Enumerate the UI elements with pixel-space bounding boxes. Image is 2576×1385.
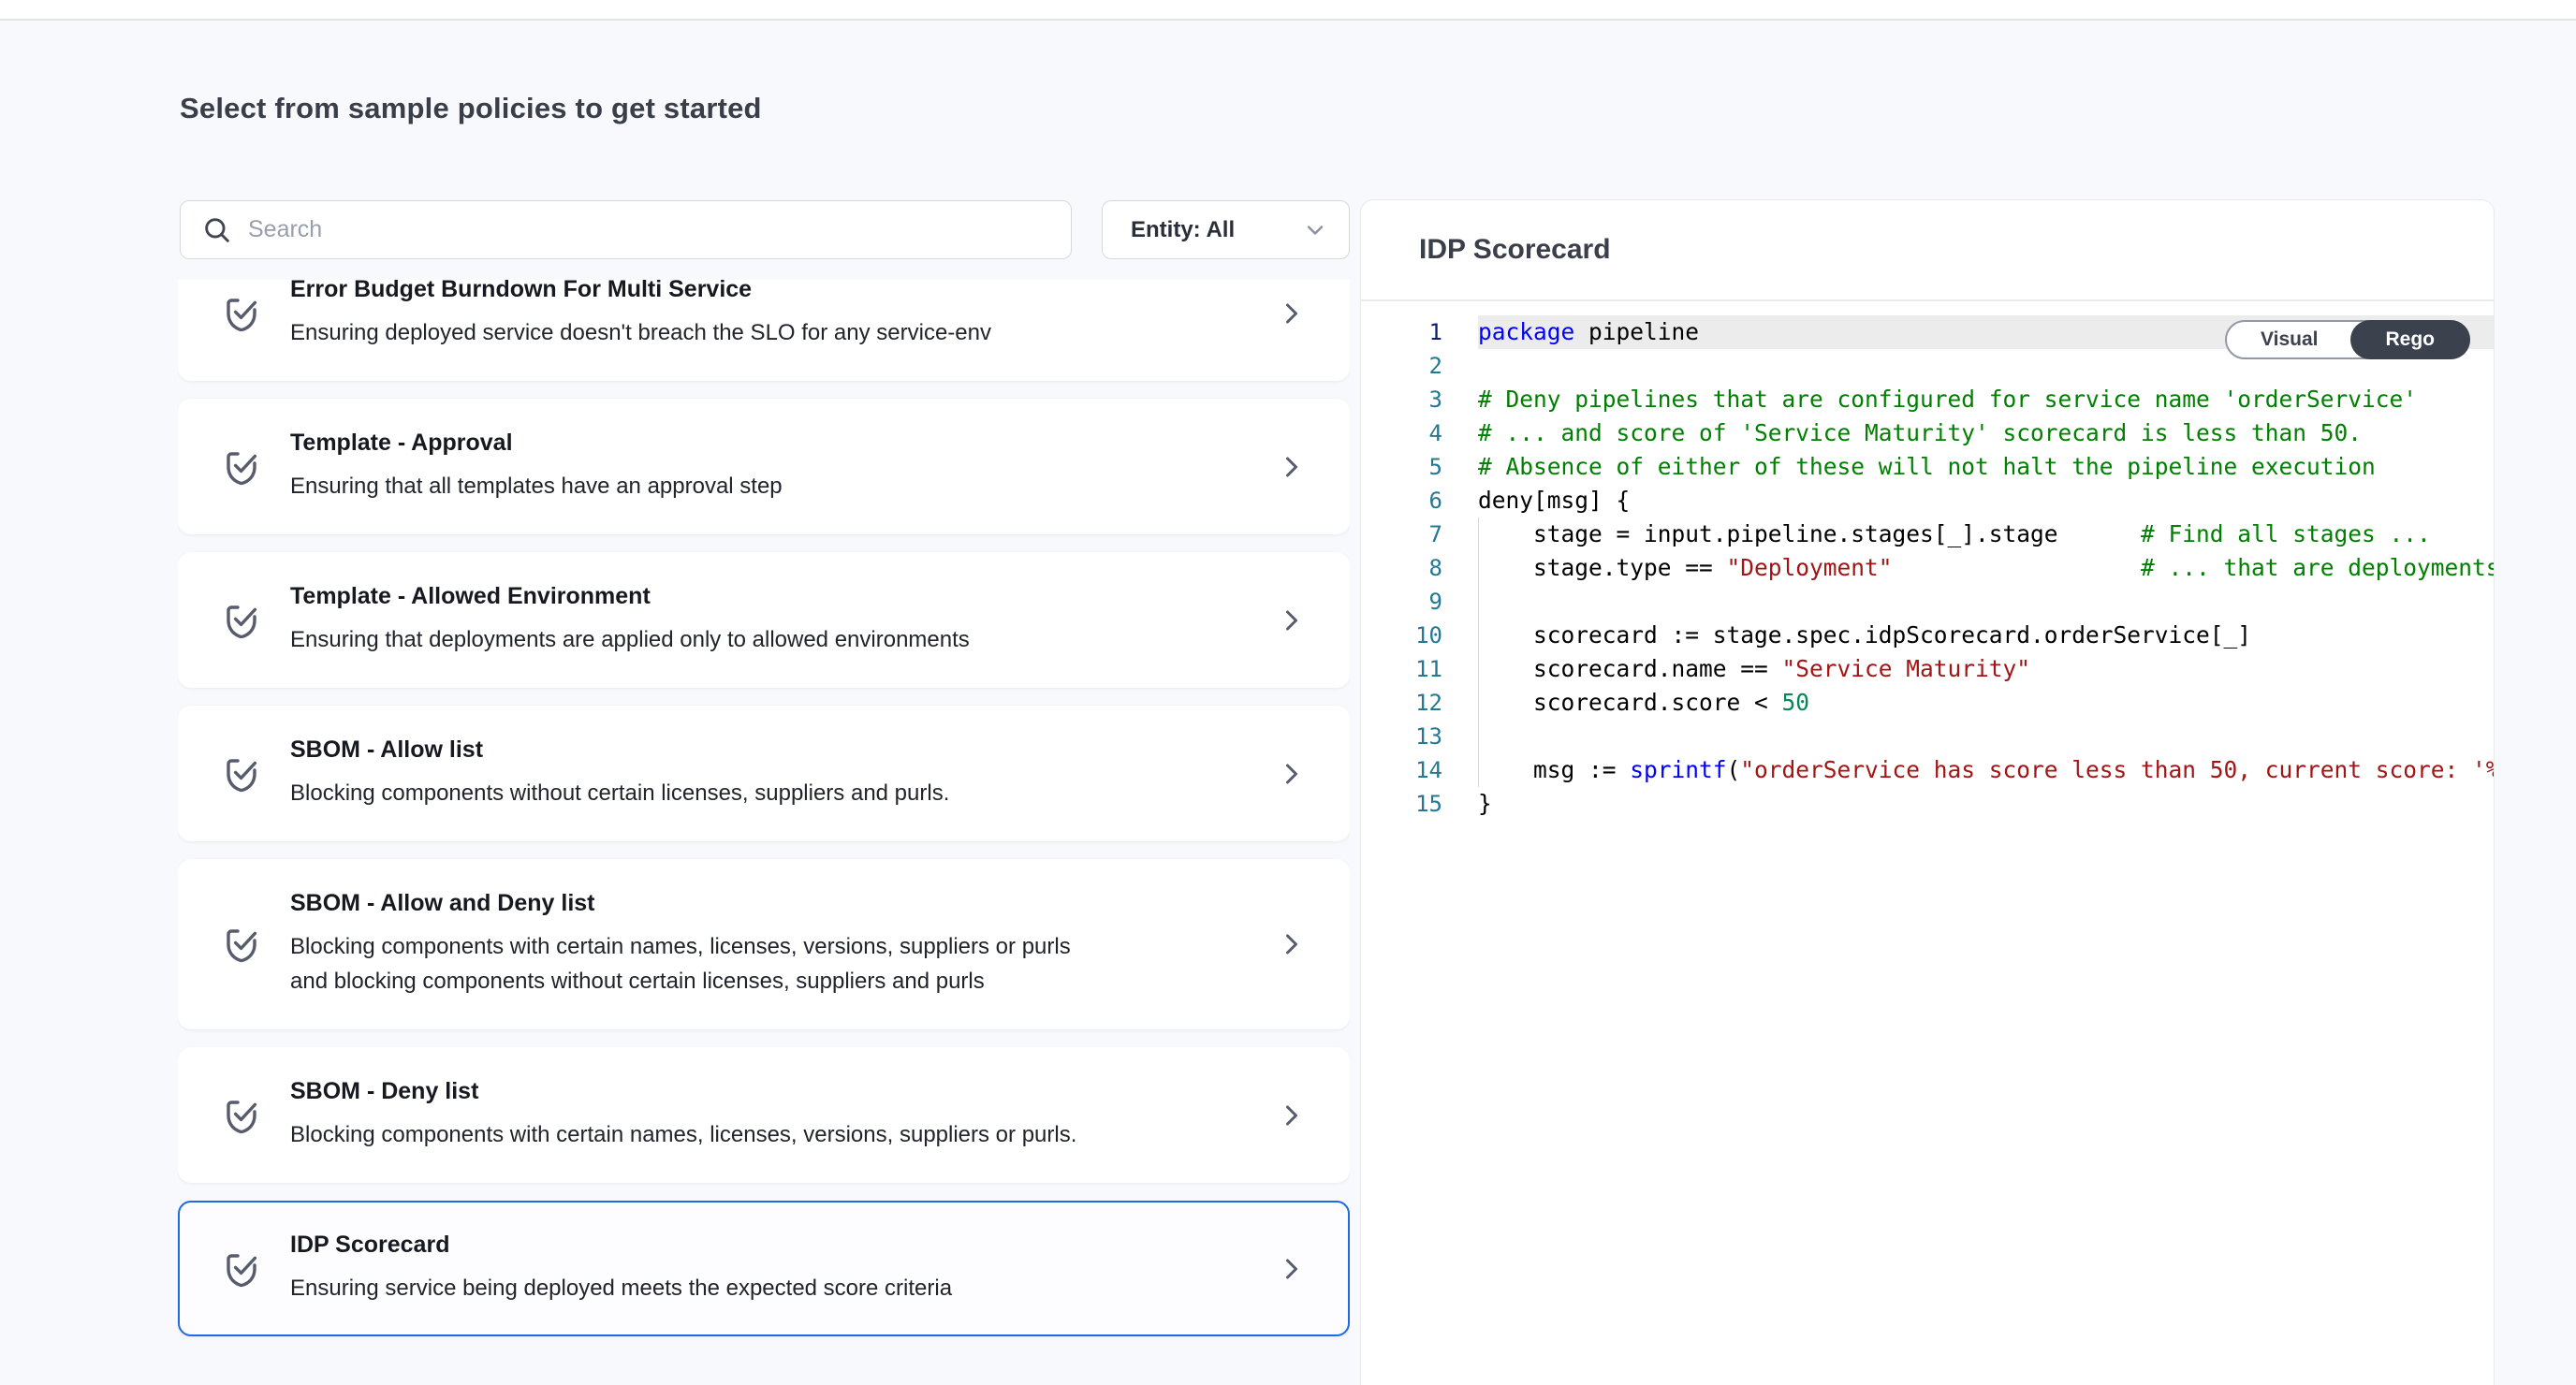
top-bar — [0, 0, 2576, 21]
code-line: 11 scorecard.name == "Service Maturity" — [1361, 652, 2494, 686]
policy-card[interactable]: SBOM - Allow list Blocking components wi… — [178, 706, 1350, 841]
preview-title: IDP Scorecard — [1419, 234, 1611, 266]
code-line: 3# Deny pipelines that are configured fo… — [1361, 383, 2494, 416]
line-number: 13 — [1361, 720, 1478, 753]
chevron-right-icon — [1275, 1252, 1309, 1286]
policy-preview-panel: IDP Scorecard Visual Rego 1package pipel… — [1360, 199, 2495, 1385]
policy-card-text: SBOM - Allow and Deny list Blocking comp… — [290, 890, 1249, 999]
shield-check-icon — [219, 1091, 264, 1140]
line-number: 9 — [1361, 585, 1478, 619]
search-icon — [201, 214, 233, 246]
chevron-right-icon — [1275, 1099, 1309, 1132]
code-line: 4# ... and score of 'Service Maturity' s… — [1361, 416, 2494, 450]
policy-card[interactable]: Template - Allowed Environment Ensuring … — [178, 552, 1350, 688]
code-line: 7 stage = input.pipeline.stages[_].stage… — [1361, 518, 2494, 551]
line-number: 6 — [1361, 484, 1478, 518]
view-mode-toggle[interactable]: Visual Rego — [2225, 320, 2470, 359]
code-line: 14 msg := sprintf("orderService has scor… — [1361, 753, 2494, 787]
policy-card-text: Template - Allowed Environment Ensuring … — [290, 583, 1249, 657]
code-line: 15} — [1361, 787, 2494, 821]
code-line-content: # Absence of either of these will not ha… — [1478, 450, 2494, 484]
shield-check-icon — [219, 289, 264, 338]
line-number: 4 — [1361, 416, 1478, 450]
chevron-down-icon — [1302, 217, 1328, 243]
policy-card[interactable]: SBOM - Allow and Deny list Blocking comp… — [178, 859, 1350, 1029]
code-line-content: msg := sprintf("orderService has score l… — [1478, 753, 2494, 787]
policy-title: SBOM - Allow and Deny list — [290, 890, 1249, 917]
preview-header: IDP Scorecard — [1361, 200, 2494, 301]
line-number: 1 — [1361, 315, 1478, 349]
code-line-content: scorecard.name == "Service Maturity" — [1478, 652, 2494, 686]
chevron-right-icon — [1275, 757, 1309, 791]
toggle-visual-button[interactable]: Visual — [2227, 322, 2351, 357]
line-number: 3 — [1361, 383, 1478, 416]
code-line: 9 — [1361, 585, 2494, 619]
line-number: 11 — [1361, 652, 1478, 686]
policy-description: Ensuring deployed service doesn't breach… — [290, 315, 1114, 350]
line-number: 14 — [1361, 753, 1478, 787]
policy-card[interactable]: SBOM - Deny list Blocking components wit… — [178, 1047, 1350, 1183]
policy-description: Ensuring service being deployed meets th… — [290, 1271, 1114, 1305]
search-input[interactable] — [248, 216, 1050, 243]
code-line: 12 scorecard.score < 50 — [1361, 686, 2494, 720]
code-line-content: } — [1478, 787, 2494, 821]
shield-check-icon — [219, 596, 264, 645]
code-line: 8 stage.type == "Deployment" # ... that … — [1361, 551, 2494, 585]
policy-card-text: Error Budget Burndown For Multi Service … — [290, 280, 1249, 350]
code-line-content: stage.type == "Deployment" # ... that ar… — [1478, 551, 2494, 585]
policy-description: Blocking components with certain names, … — [290, 1117, 1114, 1152]
shield-check-icon — [219, 750, 264, 798]
policy-title: Error Budget Burndown For Multi Service — [290, 280, 1249, 303]
entity-filter-label: Entity: All — [1131, 217, 1235, 243]
line-number: 15 — [1361, 787, 1478, 821]
toggle-rego-button[interactable]: Rego — [2350, 320, 2471, 359]
policy-description: Blocking components without certain lice… — [290, 776, 1114, 810]
code-line: 5# Absence of either of these will not h… — [1361, 450, 2494, 484]
policy-title: SBOM - Deny list — [290, 1078, 1249, 1105]
line-number: 8 — [1361, 551, 1478, 585]
shield-check-icon — [219, 1245, 264, 1293]
code-line-content: stage = input.pipeline.stages[_].stage #… — [1478, 518, 2494, 551]
search-box[interactable] — [180, 200, 1072, 259]
rego-code-editor: 1package pipeline23# Deny pipelines that… — [1361, 315, 2494, 821]
code-line-content: # ... and score of 'Service Maturity' sc… — [1478, 416, 2494, 450]
policy-card[interactable]: Error Budget Burndown For Multi Service … — [178, 280, 1350, 381]
policy-title: SBOM - Allow list — [290, 736, 1249, 764]
code-line-content: # Deny pipelines that are configured for… — [1478, 383, 2494, 416]
policy-card-text: IDP Scorecard Ensuring service being dep… — [290, 1232, 1249, 1305]
policy-list: Error Budget Burndown For Multi Service … — [178, 280, 1350, 1385]
chevron-right-icon — [1275, 297, 1309, 330]
policy-card-text: SBOM - Deny list Blocking components wit… — [290, 1078, 1249, 1152]
policy-title: Template - Allowed Environment — [290, 583, 1249, 610]
policy-description: Blocking components with certain names, … — [290, 929, 1114, 999]
code-line-content: scorecard := stage.spec.idpScorecard.ord… — [1478, 619, 2494, 652]
code-line: 6deny[msg] { — [1361, 484, 2494, 518]
policy-title: Template - Approval — [290, 430, 1249, 457]
shield-check-icon — [219, 920, 264, 969]
line-number: 12 — [1361, 686, 1478, 720]
code-line-content: scorecard.score < 50 — [1478, 686, 2494, 720]
line-number: 10 — [1361, 619, 1478, 652]
policy-card-text: SBOM - Allow list Blocking components wi… — [290, 736, 1249, 810]
policy-card[interactable]: Template - Approval Ensuring that all te… — [178, 399, 1350, 534]
policy-description: Ensuring that all templates have an appr… — [290, 469, 1114, 503]
policy-card[interactable]: IDP Scorecard Ensuring service being dep… — [178, 1201, 1350, 1336]
line-number: 5 — [1361, 450, 1478, 484]
code-line-content — [1478, 720, 2494, 753]
policy-title: IDP Scorecard — [290, 1232, 1249, 1259]
policy-card-text: Template - Approval Ensuring that all te… — [290, 430, 1249, 503]
page-title: Select from sample policies to get start… — [180, 92, 762, 125]
line-number: 7 — [1361, 518, 1478, 551]
code-line: 13 — [1361, 720, 2494, 753]
code-line-content: deny[msg] { — [1478, 484, 2494, 518]
shield-check-icon — [219, 443, 264, 491]
line-number: 2 — [1361, 349, 1478, 383]
code-line-content — [1478, 585, 2494, 619]
chevron-right-icon — [1275, 927, 1309, 961]
chevron-right-icon — [1275, 604, 1309, 637]
chevron-right-icon — [1275, 450, 1309, 484]
code-line: 10 scorecard := stage.spec.idpScorecard.… — [1361, 619, 2494, 652]
policy-description: Ensuring that deployments are applied on… — [290, 622, 1114, 657]
entity-filter-dropdown[interactable]: Entity: All — [1102, 200, 1350, 259]
